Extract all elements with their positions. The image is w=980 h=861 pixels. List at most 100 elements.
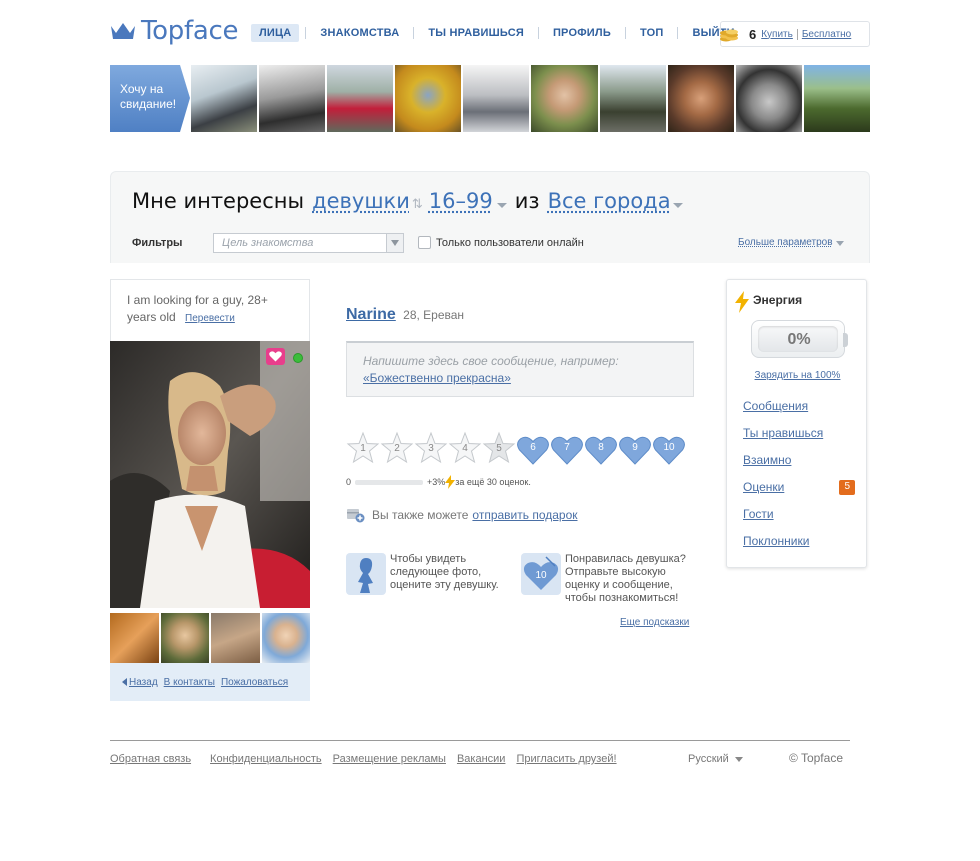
photo-thumbnail[interactable]	[211, 613, 260, 663]
photo-thumbnail[interactable]	[261, 613, 310, 663]
menu-mutual-link[interactable]: Взаимно	[743, 453, 791, 467]
nav-separator	[305, 27, 307, 39]
menu-item-guests: Гости	[743, 507, 855, 534]
more-hints-link[interactable]: Еще подсказки	[620, 617, 689, 628]
rating-scale: 1 2 3 4 5 6 7 8 9 10	[346, 431, 686, 467]
profile-name-link[interactable]: Narine	[346, 306, 396, 323]
menu-guests-link[interactable]: Гости	[743, 507, 774, 521]
strip-photo[interactable]	[735, 65, 802, 132]
ratings-count-badge: 5	[839, 480, 855, 495]
photo-thumbnail[interactable]	[110, 613, 159, 663]
coins-widget: 6 Купить Бесплатно	[720, 21, 870, 47]
online-only-checkbox[interactable]	[418, 236, 431, 249]
strip-photo[interactable]	[803, 65, 871, 132]
menu-item-ratings: Оценки 5	[743, 480, 855, 507]
strip-photo[interactable]	[463, 65, 530, 132]
energy-meter: 0%	[751, 320, 848, 358]
menu-fans-link[interactable]: Поклонники	[743, 534, 809, 548]
footer-jobs-link[interactable]: Вакансии	[457, 753, 506, 765]
strip-photo[interactable]	[190, 65, 258, 132]
more-parameters-link[interactable]: Больше параметров	[738, 237, 833, 248]
crown-icon	[111, 23, 135, 39]
send-gift-link[interactable]: отправить подарок	[472, 508, 577, 522]
footer-advertising-link[interactable]: Размещение рекламы	[333, 753, 446, 765]
age-range-dropdown[interactable]: 16–99	[429, 189, 493, 213]
strip-photo[interactable]	[667, 65, 734, 132]
translate-link[interactable]: Перевести	[185, 313, 235, 324]
footer-links: Обратная связь Конфиденциальность Размещ…	[110, 753, 636, 765]
like-heart-icon[interactable]	[266, 348, 285, 365]
rating-heart-9[interactable]: 9	[618, 431, 652, 467]
menu-messages-link[interactable]: Сообщения	[743, 399, 808, 413]
profile-photo-column: I am looking for a guy, 28+ years old Пе…	[110, 279, 310, 701]
photo-thumbnail[interactable]	[160, 613, 209, 663]
rating-value: 4	[462, 443, 468, 454]
widget-menu: Сообщения Ты нравишься Взаимно Оценки 5 …	[743, 399, 855, 561]
chevron-down-icon[interactable]	[496, 203, 507, 208]
lightning-icon	[735, 291, 749, 313]
rating-star-5[interactable]: 5	[482, 431, 516, 467]
back-arrow-icon[interactable]	[122, 678, 127, 686]
heart-ten-value: 10	[535, 570, 547, 581]
footer-invite-link[interactable]: Пригласить друзей!	[516, 753, 616, 765]
rating-value: 6	[530, 442, 536, 453]
menu-you-are-liked-link[interactable]: Ты нравишься	[743, 426, 823, 440]
rating-value: 10	[663, 442, 675, 453]
topface-logo[interactable]: Topface	[110, 16, 238, 46]
charge-energy-link[interactable]: Зарядить на 100%	[755, 370, 841, 381]
free-coins-link[interactable]: Бесплатно	[802, 29, 851, 40]
rating-heart-10[interactable]: 10	[652, 431, 686, 467]
language-select[interactable]: Русский	[688, 753, 743, 765]
menu-ratings-link[interactable]: Оценки	[743, 480, 784, 494]
footer-feedback-link[interactable]: Обратная связь	[110, 753, 191, 765]
main-profile-photo[interactable]	[110, 341, 310, 608]
message-example-link[interactable]: «Божественно прекрасна»	[363, 371, 511, 385]
filters-label: Фильтры	[132, 237, 183, 249]
rating-heart-6[interactable]: 6	[516, 431, 550, 467]
photo-thumbnails	[110, 613, 310, 663]
strip-photo[interactable]	[531, 65, 598, 132]
message-input[interactable]: Напишите здесь свое сообщение, например:…	[346, 341, 694, 397]
online-only-label[interactable]: Только пользователи онлайн	[436, 237, 584, 249]
search-criteria: Мне интересны девушки ⇅ 16–99 из Все гор…	[132, 189, 691, 213]
gender-dropdown[interactable]: девушки	[312, 189, 410, 213]
city-dropdown[interactable]: Все города	[548, 189, 671, 213]
chevron-down-icon[interactable]	[386, 234, 403, 252]
chevron-down-icon[interactable]	[836, 241, 844, 246]
nav-dating[interactable]: Знакомства	[312, 24, 407, 42]
rating-value: 2	[394, 443, 400, 454]
search-panel: Мне интересны девушки ⇅ 16–99 из Все гор…	[110, 171, 870, 263]
profile-photo-image	[110, 341, 310, 608]
strip-photo[interactable]	[599, 65, 666, 132]
rating-star-2[interactable]: 2	[380, 431, 414, 467]
strip-photo[interactable]	[327, 65, 394, 132]
report-link[interactable]: Пожаловаться	[221, 677, 288, 688]
chevron-down-icon[interactable]	[672, 203, 683, 208]
message-prompt: Напишите здесь свое сообщение, например:	[363, 354, 619, 368]
profile-header: Narine 28, Ереван	[346, 306, 464, 324]
nav-faces[interactable]: Лица	[251, 24, 300, 42]
buy-coins-link[interactable]: Купить	[761, 29, 793, 40]
rating-value: 7	[564, 442, 570, 453]
rating-heart-8[interactable]: 8	[584, 431, 618, 467]
nav-profile[interactable]: Профиль	[545, 24, 619, 42]
footer-privacy-link[interactable]: Конфиденциальность	[210, 753, 322, 765]
rating-star-1[interactable]: 1	[346, 431, 380, 467]
energy-percent: 0%	[787, 331, 811, 348]
add-to-contacts-link[interactable]: В контакты	[164, 677, 215, 688]
want-a-date-button[interactable]: Хочу на свидание!	[110, 65, 190, 132]
progress-note: за ещё 30 оценок.	[455, 477, 531, 487]
chevron-down-icon	[734, 756, 743, 762]
nav-top[interactable]: Топ	[632, 24, 672, 42]
back-link[interactable]: Назад	[129, 677, 158, 688]
rating-star-3[interactable]: 3	[414, 431, 448, 467]
purpose-select[interactable]: Цель знакомства	[213, 233, 404, 253]
strip-photo[interactable]	[395, 65, 462, 132]
swap-icon[interactable]: ⇅	[412, 197, 423, 212]
energy-title: Энергия	[753, 293, 803, 307]
strip-photo[interactable]	[259, 65, 326, 132]
coins-separator	[796, 28, 798, 40]
rating-heart-7[interactable]: 7	[550, 431, 584, 467]
nav-you-are-liked[interactable]: Ты нравишься	[420, 24, 532, 42]
rating-star-4[interactable]: 4	[448, 431, 482, 467]
